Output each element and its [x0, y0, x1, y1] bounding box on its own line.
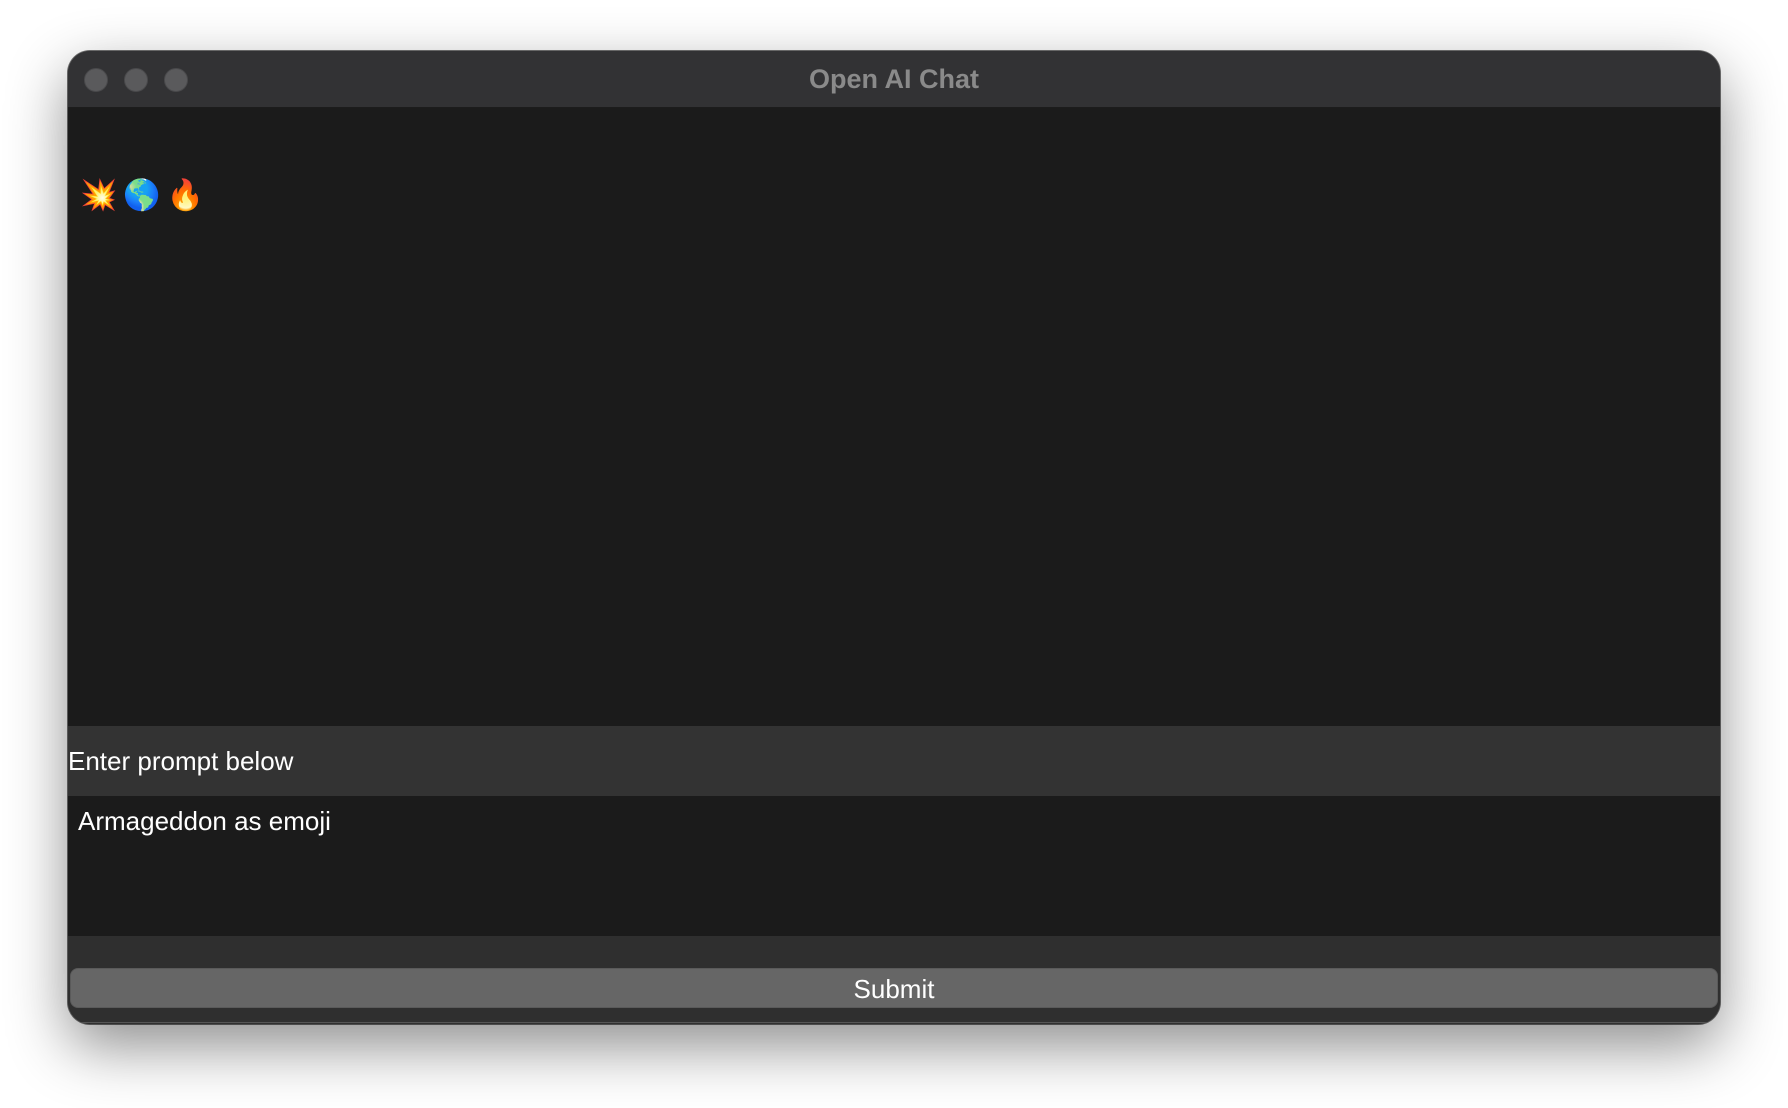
prompt-input[interactable]: Armageddon as emoji: [68, 796, 1720, 936]
app-window: Open AI Chat 💥🌎🔥 Enter prompt below Arma…: [68, 51, 1720, 1024]
submit-button[interactable]: Submit: [70, 968, 1718, 1008]
prompt-label: Enter prompt below: [68, 746, 294, 776]
title-bar[interactable]: Open AI Chat: [68, 51, 1720, 108]
submit-area: Submit: [68, 936, 1720, 1024]
window-title: Open AI Chat: [808, 64, 979, 94]
prompt-label-bar: Enter prompt below: [68, 726, 1720, 796]
response-output-area[interactable]: 💥🌎🔥: [68, 108, 1720, 726]
response-text: 💥🌎🔥: [80, 179, 211, 212]
bottom-divider: [68, 1022, 1720, 1023]
